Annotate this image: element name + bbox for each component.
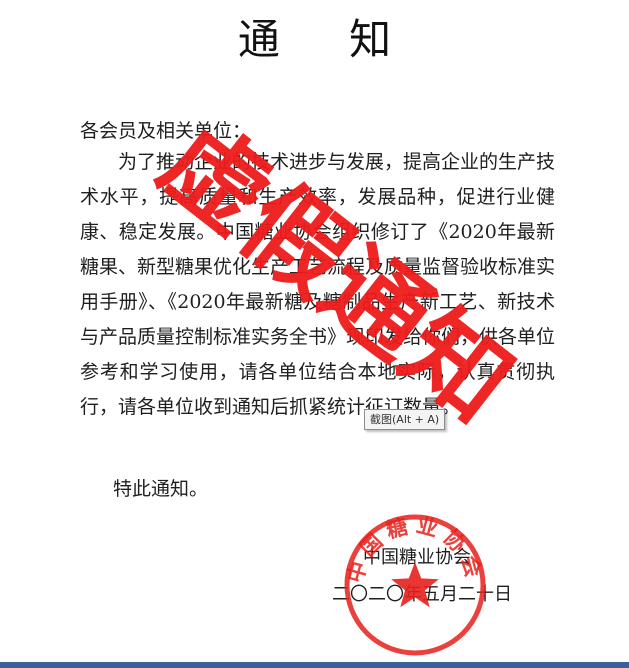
notice-document: 通 知 各会员及相关单位： 为了推动企业的技术进步与发展，提高企业的生产技术水平… [0,0,629,668]
issue-date: 二〇二〇年五月二十日 [332,584,512,605]
body-paragraph: 为了推动企业的技术进步与发展，提高企业的生产技术水平，提高质量和生产效率，发展品… [80,151,556,418]
salutation: 各会员及相关单位： [80,120,252,142]
window-bottom-bar [0,662,629,668]
closing-line: 特此通知。 [113,478,209,500]
screenshot-tooltip: 截图(Alt + A) [364,409,446,430]
issuing-organization: 中国糖业协会 [363,547,471,568]
page-title: 通 知 [237,15,420,64]
